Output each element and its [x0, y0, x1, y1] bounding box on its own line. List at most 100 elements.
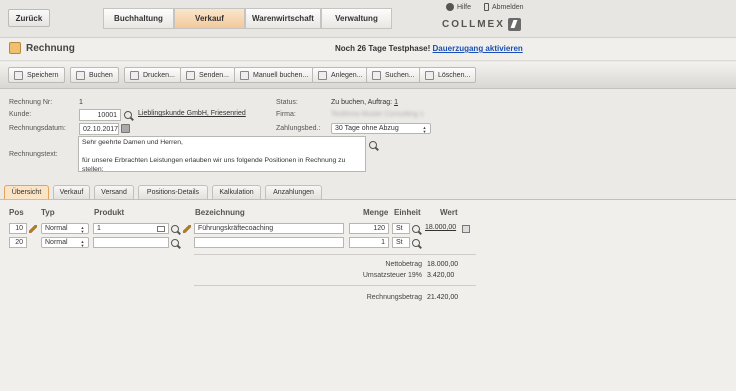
nav-tab-verkauf[interactable]: Verkauf [174, 8, 245, 29]
search-label: Suchen... [385, 71, 415, 79]
invoice-icon [9, 42, 21, 54]
order-link[interactable]: 1 [394, 99, 398, 106]
send-label: Senden... [199, 71, 229, 79]
company-label: Firma: [276, 111, 296, 118]
logo-text: COLLMEX [442, 19, 505, 30]
invoice-text-area[interactable]: Sehr geehrte Damen und Herren, für unser… [78, 136, 366, 173]
row1-calc-icon[interactable] [462, 225, 470, 233]
logout-link[interactable]: Abmelden [484, 3, 524, 11]
book-icon [76, 70, 85, 80]
invoice-total-label: Rechnungsbetrag [366, 294, 422, 301]
status-text: Zu buchen, Auftrag: [331, 99, 393, 106]
print-button[interactable]: Drucken... [124, 67, 181, 83]
logo-mark-icon [507, 18, 521, 31]
date-input[interactable]: 02.10.2017 [79, 123, 119, 135]
totals-divider-bottom [194, 285, 476, 286]
search-icon [372, 70, 381, 80]
manual-book-button[interactable]: Manuell buchen... [234, 67, 315, 83]
status-value: Zu buchen, Auftrag: 1 [331, 99, 398, 106]
vat-label: Umsatzsteuer 19% [362, 272, 422, 279]
search-button[interactable]: Suchen... [366, 67, 421, 83]
send-button[interactable]: Senden... [180, 67, 235, 83]
tab-anzahlungen[interactable]: Anzahlungen [265, 185, 322, 199]
tab-versand[interactable]: Versand [94, 185, 134, 199]
delete-icon [425, 70, 434, 80]
net-amount-label: Nettobetrag [385, 261, 422, 268]
help-label: Hilfe [457, 3, 472, 11]
row1-product-value: 1 [97, 225, 101, 232]
print-label: Drucken... [143, 71, 175, 79]
col-header-typ: Typ [41, 208, 55, 217]
row2-description-input[interactable] [194, 237, 344, 248]
row1-pos-input[interactable]: 10 [9, 223, 27, 234]
help-icon [446, 3, 454, 11]
back-button[interactable]: Zurück [8, 9, 50, 27]
payment-terms-value: 30 Tage ohne Abzug [335, 125, 399, 132]
row1-unit-input[interactable]: St [392, 223, 410, 234]
nav-tab-buchhaltung[interactable]: Buchhaltung [103, 8, 174, 29]
create-button[interactable]: Anlegen... [312, 67, 369, 83]
book-label: Buchen [89, 71, 113, 79]
row1-edit-icon[interactable] [29, 225, 37, 233]
col-header-bezeichnung: Bezeichnung [195, 208, 245, 217]
totals-divider-top [194, 254, 476, 255]
row2-pos-input[interactable]: 20 [9, 237, 27, 248]
save-button[interactable]: Speichern [8, 67, 65, 83]
col-header-menge: Menge [363, 208, 389, 217]
payment-terms-select[interactable]: 30 Tage ohne Abzug [331, 123, 431, 134]
row1-quantity-input[interactable]: 120 [349, 223, 389, 234]
row2-type-value: Normal [45, 239, 68, 246]
row2-type-select[interactable]: Normal [41, 237, 89, 248]
payment-terms-label: Zahlungsbed.: [276, 125, 321, 132]
logout-label: Abmelden [492, 3, 524, 11]
col-header-einheit: Einheit [394, 208, 421, 217]
trial-activate-link[interactable]: Dauerzugang aktivieren [433, 44, 523, 53]
trial-notice: Noch 26 Tage Testphase! Dauerzugang akti… [335, 44, 523, 53]
nav-tab-verwaltung[interactable]: Verwaltung [321, 8, 392, 29]
row1-type-select[interactable]: Normal [41, 223, 89, 234]
net-amount-value: 18.000,00 [427, 261, 459, 268]
tab-uebersicht[interactable]: Übersicht [4, 185, 49, 199]
row2-product-input[interactable] [93, 237, 169, 248]
manual-book-label: Manuell buchen... [253, 71, 309, 79]
row2-product-search-icon[interactable] [171, 239, 179, 247]
calendar-icon[interactable] [121, 124, 130, 133]
text-search-icon[interactable] [369, 141, 377, 149]
row2-unit-search-icon[interactable] [412, 239, 420, 247]
customer-name-link[interactable]: Lieblingskunde GmbH, Friesenried [138, 110, 246, 117]
company-value: Testfirma Muster Consulting 1 [331, 111, 424, 118]
page-title: Rechnung [26, 43, 75, 54]
delete-label: Löschen... [438, 71, 471, 79]
tab-kalkulation[interactable]: Kalkulation [212, 185, 261, 199]
trial-text: Noch 26 Tage Testphase! [335, 44, 431, 53]
delete-button[interactable]: Löschen... [419, 67, 477, 83]
tab-verkauf[interactable]: Verkauf [53, 185, 90, 199]
row1-product-search-icon[interactable] [171, 225, 179, 233]
row1-product-input[interactable]: 1 [93, 223, 169, 234]
date-label: Rechnungsdatum: [9, 125, 66, 132]
save-icon [14, 70, 23, 80]
create-icon [318, 70, 327, 80]
print-icon [130, 70, 139, 80]
tab-positions-details[interactable]: Positions-Details [138, 185, 208, 199]
nav-tab-warenwirtschaft[interactable]: Warenwirtschaft [245, 8, 321, 29]
invoice-no-label: Rechnung Nr: [9, 99, 53, 106]
row1-value-link[interactable]: 18.000,00 [425, 224, 456, 231]
manual-book-icon [240, 70, 249, 80]
invoice-total-value: 21.420,00 [427, 294, 459, 301]
row2-unit-input[interactable]: St [392, 237, 410, 248]
book-button[interactable]: Buchen [70, 67, 119, 83]
invoice-no-value: 1 [79, 99, 83, 106]
customer-search-icon[interactable] [124, 111, 132, 119]
row1-desc-edit-icon[interactable] [183, 225, 191, 233]
customer-input[interactable]: 10001 [79, 109, 121, 121]
vat-value: 3.420,00 [427, 272, 455, 279]
help-link[interactable]: Hilfe [446, 3, 471, 11]
row1-description-input[interactable]: Führungskräftecoaching [194, 223, 344, 234]
row1-type-value: Normal [45, 225, 68, 232]
row2-quantity-input[interactable]: 1 [349, 237, 389, 248]
row1-product-list-icon[interactable] [157, 225, 165, 232]
col-header-produkt: Produkt [94, 208, 125, 217]
col-header-pos: Pos [9, 208, 24, 217]
row1-unit-search-icon[interactable] [412, 225, 420, 233]
